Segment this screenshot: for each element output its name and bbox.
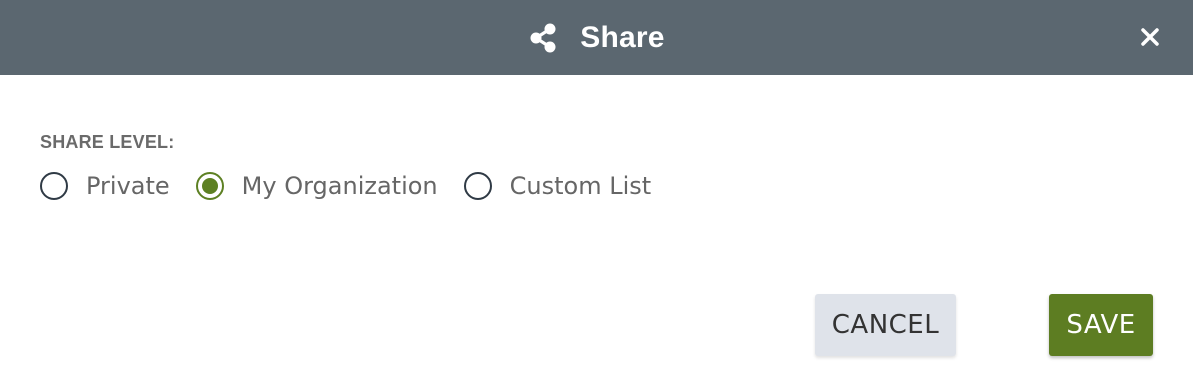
radio-label: Private bbox=[86, 172, 170, 200]
radio-option-private[interactable]: Private bbox=[40, 172, 170, 200]
dialog-title: Share bbox=[580, 20, 665, 54]
radio-option-my-organization[interactable]: My Organization bbox=[195, 172, 438, 200]
radio-label: My Organization bbox=[241, 172, 438, 200]
share-icon bbox=[528, 22, 558, 54]
dialog-header: Share bbox=[0, 0, 1193, 75]
share-level-radio-group: Private My Organization Custom List bbox=[40, 168, 677, 204]
title-group: Share bbox=[0, 0, 1193, 75]
radio-button[interactable] bbox=[40, 172, 68, 200]
close-button[interactable] bbox=[1137, 24, 1163, 50]
cancel-button[interactable]: CANCEL bbox=[815, 294, 956, 356]
radio-button-selected[interactable] bbox=[195, 172, 224, 200]
share-level-label: SHARE LEVEL: bbox=[40, 132, 175, 152]
save-button[interactable]: SAVE bbox=[1049, 294, 1153, 356]
share-dialog: Share SHARE LEVEL: Private My Organizati… bbox=[0, 0, 1193, 383]
close-icon bbox=[1137, 24, 1163, 50]
radio-label: Custom List bbox=[509, 172, 652, 200]
radio-button[interactable] bbox=[463, 172, 492, 200]
radio-option-custom-list[interactable]: Custom List bbox=[463, 172, 652, 200]
